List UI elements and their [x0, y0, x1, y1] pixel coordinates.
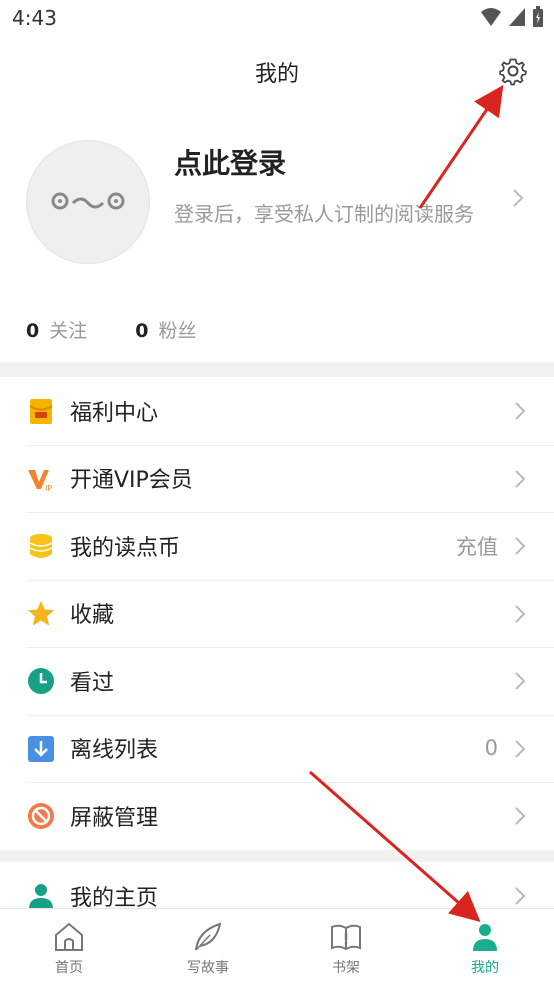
tab-me[interactable]: 我的 [430, 909, 540, 985]
offline-count: 0 [484, 736, 498, 761]
vip-icon: IP [28, 469, 52, 493]
profile-stats: 0 关注 0 粉丝 [26, 316, 239, 343]
stat-count: 0 [135, 320, 149, 342]
chevron-right-icon [515, 604, 526, 623]
menu-item-label: 我的主页 [70, 885, 159, 910]
status-bar: 4:43 [0, 0, 554, 38]
menu-item-homepage[interactable]: 我的主页 [0, 862, 554, 910]
tab-label: 我的 [471, 960, 499, 976]
menu-item-welfare[interactable]: 福利中心 [0, 377, 554, 445]
clock-icon [28, 668, 54, 694]
person-icon [29, 884, 53, 909]
menu-item-offline[interactable]: 离线列表 0 [0, 714, 554, 783]
login-title[interactable]: 点此登录 [174, 142, 286, 182]
menu-item-vip[interactable]: IP 开通VIP会员 [0, 444, 554, 513]
stat-count: 0 [26, 320, 40, 342]
chevron-right-icon [515, 739, 526, 758]
tab-label: 写故事 [187, 960, 229, 976]
tab-bookshelf[interactable]: 书架 [291, 909, 401, 985]
menu-item-label: 收藏 [70, 603, 115, 629]
status-time: 4:43 [12, 6, 57, 30]
menu-item-label: 开通VIP会员 [70, 468, 193, 494]
star-icon [28, 600, 54, 625]
tab-label: 书架 [332, 960, 360, 976]
chevron-right-icon [515, 887, 526, 905]
menu-item-label: 离线列表 [70, 738, 159, 764]
profile-card[interactable]: 点此登录 登录后，享受私人订制的阅读服务 0 关注 0 粉丝 [0, 104, 554, 362]
feather-icon [195, 922, 222, 951]
signal-icon [509, 8, 525, 26]
download-icon [28, 735, 54, 762]
avatar[interactable] [26, 140, 150, 264]
menu-item-label: 福利中心 [70, 400, 159, 426]
bottom-tab-bar: 首页 写故事 书架 我的 [0, 908, 554, 985]
battery-icon [533, 6, 543, 27]
avatar-face-icon [51, 192, 125, 210]
menu-item-history[interactable]: 看过 [0, 647, 554, 715]
block-icon [28, 803, 54, 829]
chevron-right-icon [515, 672, 526, 690]
coins-icon [29, 534, 53, 558]
home-icon [55, 922, 83, 951]
settings-button[interactable] [498, 56, 528, 86]
page-title: 我的 [254, 62, 299, 87]
stat-following[interactable]: 0 关注 [26, 316, 87, 343]
wifi-icon [481, 8, 501, 26]
gift-envelope-icon [29, 399, 53, 424]
chevron-right-icon [515, 807, 526, 825]
person-icon [473, 924, 497, 951]
tab-write[interactable]: 写故事 [153, 909, 263, 985]
menu-item-label: 看过 [70, 670, 115, 696]
stat-label: 关注 [49, 320, 88, 342]
header: 我的 [0, 38, 554, 105]
gear-icon [499, 58, 527, 86]
login-description: 登录后，享受私人订制的阅读服务 [174, 202, 474, 226]
chevron-right-icon [513, 189, 524, 207]
chevron-right-icon [515, 469, 526, 488]
menu-item-label: 我的读点币 [70, 535, 181, 561]
menu-item-block[interactable]: 屏蔽管理 [0, 782, 554, 850]
status-icons [480, 6, 544, 28]
menu-item-favorites[interactable]: 收藏 [0, 579, 554, 648]
chevron-right-icon [515, 537, 526, 555]
tab-label: 首页 [55, 960, 83, 976]
stat-followers[interactable]: 0 粉丝 [135, 316, 196, 343]
svg-text:IP: IP [45, 484, 52, 493]
menu-item-label: 屏蔽管理 [70, 805, 159, 831]
stat-label: 粉丝 [158, 320, 197, 342]
recharge-label[interactable]: 充值 [456, 531, 498, 561]
book-icon [331, 924, 361, 951]
menu-group-2: 我的主页 [0, 862, 554, 910]
chevron-right-icon [515, 402, 526, 420]
menu-list: 福利中心 IP 开通VIP会员 我的读点币 充值 收藏 看过 离线列表 0 屏蔽… [0, 377, 554, 850]
tab-home[interactable]: 首页 [14, 909, 124, 985]
menu-item-coins[interactable]: 我的读点币 充值 [0, 512, 554, 580]
